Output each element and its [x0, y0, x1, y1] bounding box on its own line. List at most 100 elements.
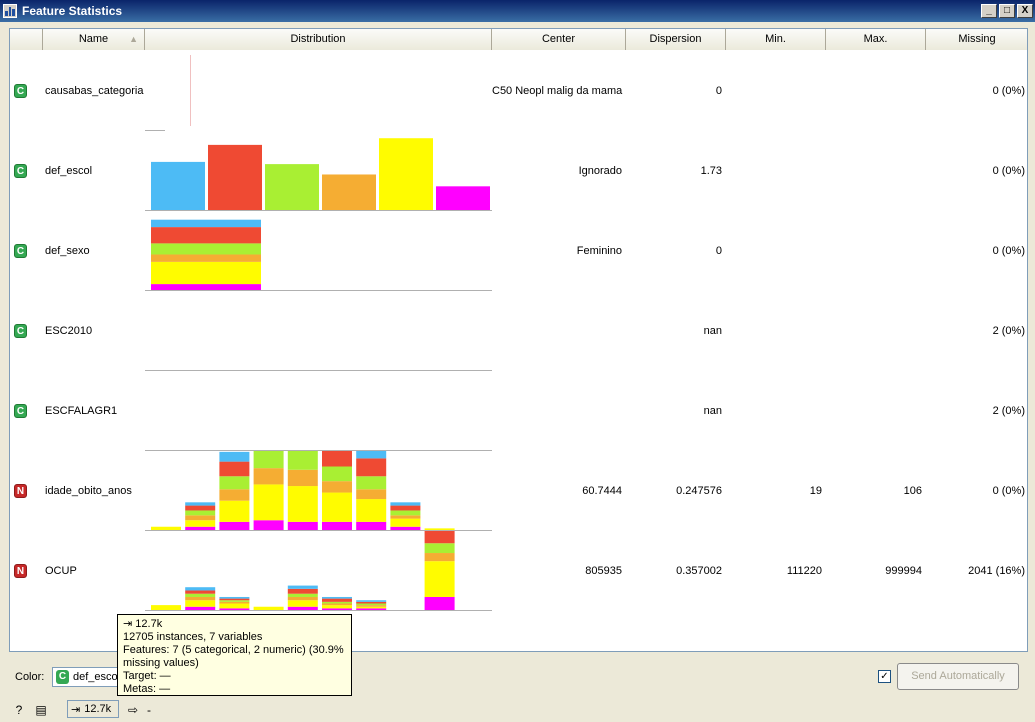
- max-value: [826, 371, 926, 451]
- distribution-stack-segment: [219, 608, 250, 610]
- max-value: [826, 211, 926, 291]
- dispersion-value: 0: [715, 85, 722, 97]
- table-row[interactable]: Ccausabas_categoria C50 Neopl malig da ma…: [10, 51, 1027, 131]
- distribution-stack-segment: [356, 499, 387, 522]
- center-value: [492, 371, 626, 451]
- distribution-stack-segment: [219, 461, 250, 477]
- distribution-stack-segment: [185, 515, 216, 521]
- minimize-button[interactable]: _: [981, 4, 997, 18]
- table-row[interactable]: Nidade_obito_anos 60.7444 0.247576 19 106 0 (…: [10, 451, 1027, 531]
- header-dispersion[interactable]: Dispersion: [626, 29, 726, 50]
- tooltip-input-icon: ⇥: [123, 618, 133, 630]
- distribution-stack-segment: [185, 596, 216, 601]
- distribution-stack-segment: [253, 484, 284, 521]
- status-bar: ? ▤ ⇥ 12.7k ⇨ -: [0, 698, 1035, 722]
- missing-value: 0 (0%): [992, 165, 1025, 177]
- center-value: [492, 291, 626, 371]
- help-icon[interactable]: ?: [12, 703, 26, 717]
- distribution-stack-segment: [219, 600, 250, 602]
- send-automatically-checkbox[interactable]: ✓: [878, 670, 891, 683]
- distribution-stack-segment: [287, 593, 318, 597]
- feature-name: OCUP: [45, 565, 77, 577]
- output-count: -: [147, 703, 151, 717]
- distribution-stack-segment: [219, 476, 250, 490]
- header-type[interactable]: [10, 29, 43, 50]
- categorical-icon: C: [14, 164, 27, 178]
- min-value: 19: [809, 485, 822, 497]
- feature-name: ESCFALAGR1: [45, 405, 118, 417]
- max-value: [826, 291, 926, 371]
- distribution-stack-segment: [151, 254, 261, 262]
- distribution-stack-segment: [356, 489, 387, 500]
- distribution-stack-segment: [390, 505, 421, 511]
- distribution-stack-segment: [151, 261, 261, 285]
- input-summary[interactable]: ⇥ 12.7k: [67, 700, 119, 718]
- report-icon[interactable]: ▤: [34, 703, 48, 717]
- distribution-bar: [322, 174, 376, 210]
- distribution-bar: [151, 161, 205, 210]
- table-row[interactable]: C ESC2010 nan 2 (0%): [10, 291, 1027, 371]
- distribution-stack-segment: [390, 518, 421, 527]
- input-count: 12.7k: [84, 703, 112, 715]
- sort-ascending-icon: ▲: [129, 34, 138, 44]
- center-value: C50 Neopl malig da mama: [492, 85, 623, 97]
- distribution-stack-segment: [322, 451, 352, 467]
- distribution-stack-segment: [424, 543, 455, 554]
- output-arrow-icon[interactable]: ⇨: [126, 703, 140, 717]
- distribution-stack-segment: [356, 458, 387, 477]
- feature-table[interactable]: Name ▲ Distribution Center Dispersion Mi…: [9, 28, 1028, 652]
- header-min[interactable]: Min.: [726, 29, 826, 50]
- distribution-bar: [436, 186, 490, 210]
- header-missing[interactable]: Missing: [926, 29, 1027, 50]
- distribution-stack-segment: [219, 596, 250, 599]
- distribution-stack-segment: [151, 243, 261, 255]
- close-button[interactable]: X: [1017, 4, 1033, 18]
- distribution-stack-segment: [185, 502, 216, 506]
- input-arrow-icon: ⇥: [71, 703, 81, 716]
- header-name[interactable]: Name ▲: [43, 29, 145, 50]
- min-value: [726, 131, 826, 211]
- feature-name: idade_obito_anos: [45, 485, 132, 497]
- table-row[interactable]: Cdef_sexo Feminino 0 0 (0%): [10, 211, 1027, 291]
- maximize-button[interactable]: □: [999, 4, 1015, 18]
- max-value: 999994: [885, 565, 922, 577]
- distribution-stack-segment: [287, 585, 318, 589]
- max-value: [826, 131, 926, 211]
- distribution-chart: [145, 531, 492, 611]
- distribution-stack-segment: [390, 515, 421, 519]
- dispersion-value: 0.247576: [676, 485, 722, 497]
- table-row[interactable]: N OCUP 805935 0.357002 111220 999994 2041 (16%…: [10, 531, 1027, 611]
- distribution-stack-segment: [219, 500, 250, 522]
- categorical-icon: C: [14, 404, 27, 418]
- header-max[interactable]: Max.: [826, 29, 926, 50]
- distribution-stack-segment: [322, 521, 352, 530]
- distribution-stack-segment: [151, 605, 181, 610]
- distribution-stack-segment: [287, 606, 318, 610]
- center-value: 60.7444: [582, 485, 622, 497]
- missing-value: 0 (0%): [992, 85, 1025, 97]
- tooltip-line-metas: Metas: —: [123, 683, 171, 695]
- missing-value: 2 (0%): [992, 405, 1025, 417]
- table-header: Name ▲ Distribution Center Dispersion Mi…: [10, 29, 1027, 50]
- distribution-stack-segment: [322, 481, 352, 493]
- distribution-bar: [379, 138, 433, 210]
- distribution-stack-segment: [219, 601, 250, 604]
- distribution-stack-segment: [185, 600, 216, 607]
- header-distribution[interactable]: Distribution: [145, 29, 492, 50]
- send-automatically-button[interactable]: Send Automatically: [897, 663, 1019, 690]
- distribution-stack-segment: [424, 528, 455, 530]
- center-value: Ignorado: [578, 165, 622, 177]
- distribution-stack-segment: [356, 600, 387, 602]
- distribution-stack-segment: [151, 284, 261, 290]
- distribution-stack-segment: [322, 492, 352, 522]
- table-row[interactable]: C ESCFALAGR1 nan 2 (0%): [10, 371, 1027, 451]
- numeric-icon: N: [14, 484, 27, 498]
- distribution-stack-segment: [185, 526, 216, 530]
- table-row[interactable]: Cdef_escol Ignorado 1.73 0 (0%): [10, 131, 1027, 211]
- tooltip-line-features: Features: 7 (5 categorical, 2 numeric) (…: [123, 644, 344, 656]
- header-center[interactable]: Center: [492, 29, 626, 50]
- tooltip-count: 12.7k: [135, 618, 163, 630]
- distribution-stack-segment: [185, 593, 216, 597]
- categorical-icon: C: [14, 244, 27, 258]
- feature-name: causabas_categoria: [45, 85, 144, 97]
